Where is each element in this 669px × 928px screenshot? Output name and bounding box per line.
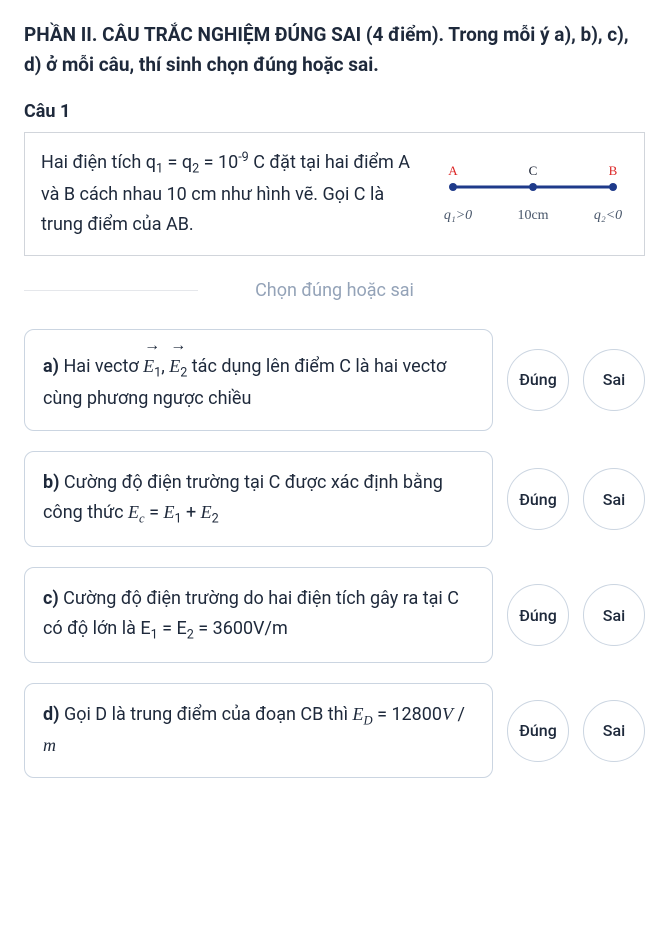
section-title: PHẦN II. CÂU TRẮC NGHIỆM ĐÚNG SAI (4 điể… [24,20,645,81]
e1-1: 1 [174,511,181,526]
option-text-a: a) Hai vectơ →E1, →E2 tác dụng lên điểm … [24,329,493,431]
option-c-true-button[interactable]: Đúng [507,584,569,646]
option-a-true-button[interactable]: Đúng [507,349,569,411]
opt-c-t2: = 3600V/m [194,618,288,639]
option-b-false-button[interactable]: Sai [583,468,645,530]
ec-e: E [128,502,139,522]
options-container: a) Hai vectơ →E1, →E2 tác dụng lên điểm … [24,329,645,778]
diagram-label-a: A [448,163,458,178]
q-sup: -9 [238,150,249,165]
option-a-false-button[interactable]: Sai [583,349,645,411]
ed-val: 12800 [391,704,442,725]
plus: + [182,502,201,523]
option-row-a: a) Hai vectơ →E1, →E2 tác dụng lên điểm … [24,329,645,431]
diagram-q1: q₁>0 [444,208,472,223]
ed-m: m [43,735,56,755]
opt-c-eq: = E [158,618,187,639]
option-b-true-button[interactable]: Đúng [507,468,569,530]
vector-e1: →E1 [143,346,161,384]
diagram-q2: q₂<0 [594,208,622,223]
option-d-false-button[interactable]: Sai [583,700,645,762]
option-text-c: c) Cường độ điện trường do hai điện tích… [24,567,493,663]
qtext-1: Hai điện tích q [41,152,156,173]
option-d-true-button[interactable]: Đúng [507,700,569,762]
opt-d-prefix: d) [43,704,64,725]
e1-e: E [163,502,174,522]
question-box: Hai điện tích q1 = q2 = 10-9 C đặt tại h… [24,132,645,256]
diagram-dist: 10cm [517,208,548,223]
vector-e2: →E2 [169,346,187,384]
choose-heading: Chọn đúng hoặc sai [24,280,645,301]
option-c-false-button[interactable]: Sai [583,584,645,646]
question-label: Câu 1 [24,101,645,122]
opt-b-t1: Cường độ điện trường tại C được xác định… [43,472,443,523]
diagram-label-c: C [529,163,538,178]
q-sub1: 1 [156,161,163,176]
e2-2: 2 [212,511,219,526]
ed-v: V [442,704,453,724]
ed-e: E [353,704,364,724]
ed-d: D [364,714,373,728]
opt-a-prefix: a) [43,356,63,377]
qtext-3: = 10 [199,152,238,173]
qtext-2: = q [163,152,192,173]
question-text: Hai điện tích q1 = q2 = 10-9 C đặt tại h… [41,147,422,241]
opt-b-prefix: b) [43,472,64,493]
ec-eq: = [145,502,164,523]
option-text-b: b) Cường độ điện trường tại C được xác đ… [24,451,493,547]
option-row-c: c) Cường độ điện trường do hai điện tích… [24,567,645,663]
option-text-d: d) Gọi D là trung điểm của đoạn CB thì E… [24,683,493,778]
opt-c-s1: 1 [151,627,158,642]
ed-slash: / [453,704,465,725]
option-row-d: d) Gọi D là trung điểm của đoạn CB thì E… [24,683,645,778]
question-diagram: A C B q₁>0 10cm q₂<0 [438,147,628,237]
diagram-label-b: B [609,163,618,178]
e2-e: E [201,502,212,522]
option-row-b: b) Cường độ điện trường tại C được xác đ… [24,451,645,547]
opt-c-s2: 2 [187,627,194,642]
opt-a-t1: Hai vectơ [63,356,143,377]
opt-d-t1: Gọi D là trung điểm của đoạn CB thì [64,704,353,725]
opt-c-prefix: c) [43,588,63,609]
ed-eq: = [373,704,392,725]
opt-a-comma: , [161,356,165,377]
